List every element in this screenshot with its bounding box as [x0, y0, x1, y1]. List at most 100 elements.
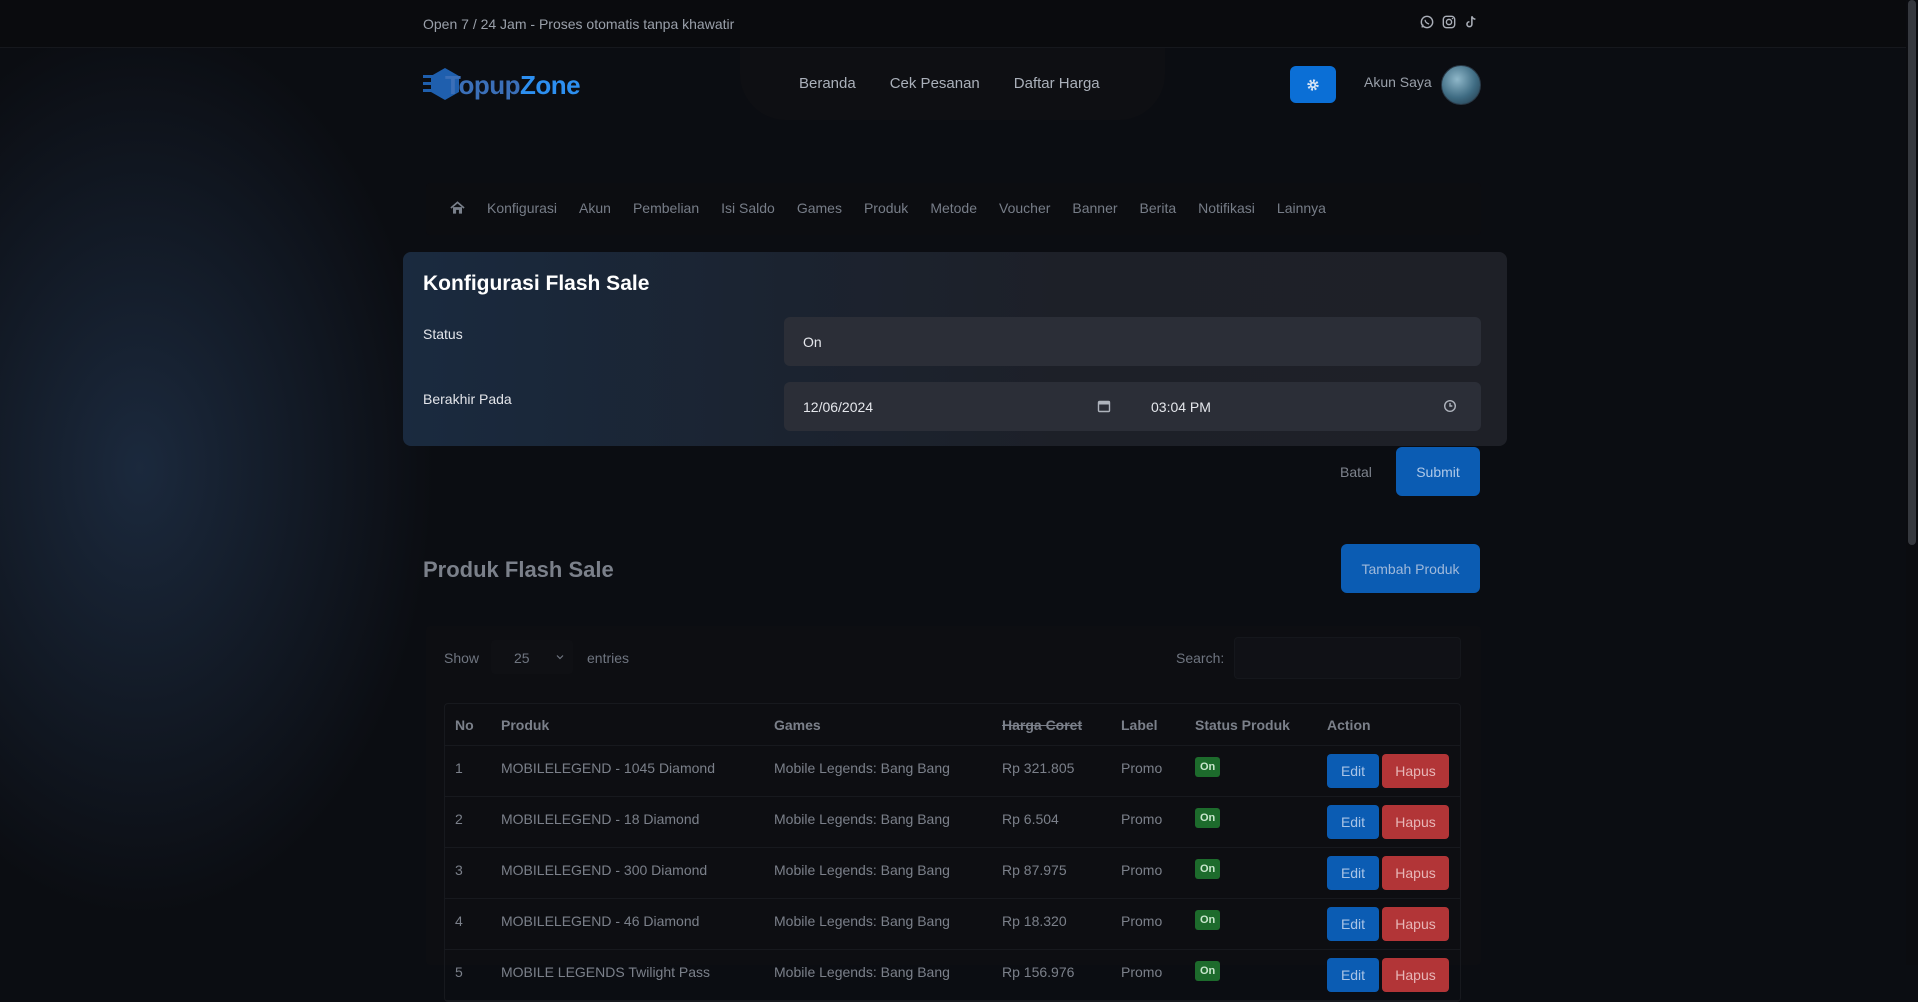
page-length-select[interactable]: 25	[491, 640, 573, 674]
row-number: 4	[455, 913, 463, 929]
column-header[interactable]: Produk	[501, 717, 549, 733]
table-row: 4 MOBILELEGEND - 46 Diamond Mobile Legen…	[445, 899, 1460, 950]
instagram-icon[interactable]	[1442, 15, 1456, 29]
subnav-notifikasi[interactable]: Notifikasi	[1198, 200, 1255, 216]
end-date-input[interactable]: 12/06/2024	[803, 399, 873, 415]
row-product: MOBILELEGEND - 46 Diamond	[501, 913, 700, 929]
row-game: Mobile Legends: Bang Bang	[774, 760, 950, 776]
table-row: 1 MOBILELEGEND - 1045 Diamond Mobile Leg…	[445, 746, 1460, 797]
delete-button[interactable]: Hapus	[1382, 754, 1449, 788]
brand-wordmark: TopupZone	[445, 70, 581, 100]
subnav-konfigurasi[interactable]: Konfigurasi	[487, 200, 557, 216]
tiktok-icon[interactable]	[1464, 15, 1478, 29]
column-header[interactable]: No	[455, 717, 474, 733]
table-header: No Produk Games Harga Coret Label Status…	[445, 704, 1460, 746]
row-game: Mobile Legends: Bang Bang	[774, 811, 950, 827]
subnav-akun[interactable]: Akun	[579, 200, 611, 216]
row-game: Mobile Legends: Bang Bang	[774, 964, 950, 980]
subnav-berita[interactable]: Berita	[1140, 200, 1177, 216]
subnav-lainnya[interactable]: Lainnya	[1277, 200, 1326, 216]
status-badge: On	[1195, 910, 1221, 930]
row-product: MOBILELEGEND - 18 Diamond	[501, 811, 700, 827]
submit-button[interactable]: Submit	[1396, 447, 1480, 496]
row-product: MOBILE LEGENDS Twilight Pass	[501, 964, 711, 980]
row-number: 5	[455, 964, 463, 980]
top-bar: Open 7 / 24 Jam - Proses otomatis tanpa …	[0, 0, 1918, 48]
home-icon[interactable]	[450, 201, 465, 215]
products-table: No Produk Games Harga Coret Label Status…	[444, 703, 1461, 1002]
edit-button[interactable]: Edit	[1327, 907, 1379, 941]
calendar-icon[interactable]	[1097, 399, 1111, 413]
table-row: 5 MOBILE LEGENDS Twilight Pass Mobile Le…	[445, 950, 1460, 1001]
whatsapp-icon[interactable]	[1420, 15, 1434, 29]
column-header[interactable]: Games	[774, 717, 821, 733]
subnav-pembelian[interactable]: Pembelian	[633, 200, 699, 216]
end-datetime-field: 12/06/2024 03:04 PM	[784, 382, 1481, 431]
row-number: 2	[455, 811, 463, 827]
chevron-down-icon	[556, 655, 564, 660]
column-header[interactable]: Harga Coret	[1002, 717, 1082, 733]
brand-logo[interactable]: TopupZone	[423, 64, 581, 104]
settings-button[interactable]	[1290, 66, 1336, 103]
nav-cek-pesanan[interactable]: Cek Pesanan	[890, 75, 980, 92]
subnav-produk[interactable]: Produk	[864, 200, 908, 216]
column-header[interactable]: Status Produk	[1195, 717, 1290, 733]
row-label: Promo	[1121, 913, 1163, 929]
row-label: Promo	[1121, 811, 1163, 827]
row-price: Rp 87.975	[1002, 862, 1067, 878]
status-value: On	[803, 334, 822, 350]
gear-icon	[1307, 78, 1319, 91]
delete-button[interactable]: Hapus	[1382, 805, 1449, 839]
account-menu[interactable]: Akun Saya	[1364, 74, 1432, 90]
row-number: 1	[455, 760, 463, 776]
row-product: MOBILELEGEND - 1045 Diamond	[501, 760, 715, 776]
delete-button[interactable]: Hapus	[1382, 856, 1449, 890]
row-price: Rp 6.504	[1002, 811, 1059, 827]
status-label: Status	[423, 326, 463, 342]
tagline: Open 7 / 24 Jam - Proses otomatis tanpa …	[423, 16, 735, 32]
subnav-voucher[interactable]: Voucher	[999, 200, 1050, 216]
edit-button[interactable]: Edit	[1327, 754, 1379, 788]
column-header[interactable]: Label	[1121, 717, 1158, 733]
row-price: Rp 156.976	[1002, 964, 1075, 980]
subnav-games[interactable]: Games	[797, 200, 842, 216]
nav-daftar-harga[interactable]: Daftar Harga	[1014, 75, 1100, 92]
page-length-value: 25	[514, 650, 530, 666]
clock-icon[interactable]	[1443, 399, 1457, 413]
table-row: 3 MOBILELEGEND - 300 Diamond Mobile Lege…	[445, 848, 1460, 899]
status-select[interactable]: On	[784, 317, 1481, 366]
row-price: Rp 321.805	[1002, 760, 1075, 776]
social-links	[1420, 15, 1478, 29]
table-row: 2 MOBILELEGEND - 18 Diamond Mobile Legen…	[445, 797, 1460, 848]
edit-button[interactable]: Edit	[1327, 958, 1379, 992]
end-time-input[interactable]: 03:04 PM	[1151, 399, 1211, 415]
add-product-button[interactable]: Tambah Produk	[1341, 544, 1480, 593]
edit-button[interactable]: Edit	[1327, 856, 1379, 890]
row-label: Promo	[1121, 760, 1163, 776]
row-label: Promo	[1121, 964, 1163, 980]
delete-button[interactable]: Hapus	[1382, 907, 1449, 941]
page-title: Konfigurasi Flash Sale	[423, 272, 650, 295]
main-nav: Beranda Cek Pesanan Daftar Harga	[799, 75, 1100, 92]
row-game: Mobile Legends: Bang Bang	[774, 862, 950, 878]
status-badge: On	[1195, 757, 1221, 777]
scrollbar-thumb[interactable]	[1908, 0, 1916, 545]
subnav-metode[interactable]: Metode	[930, 200, 977, 216]
row-price: Rp 18.320	[1002, 913, 1067, 929]
row-game: Mobile Legends: Bang Bang	[774, 913, 950, 929]
cancel-button[interactable]: Batal	[1340, 464, 1372, 480]
avatar[interactable]	[1441, 65, 1481, 105]
status-badge: On	[1195, 859, 1221, 879]
column-header: Action	[1327, 717, 1371, 733]
search-label: Search:	[1176, 650, 1225, 666]
subnav-banner[interactable]: Banner	[1072, 200, 1117, 216]
nav-beranda[interactable]: Beranda	[799, 75, 856, 92]
search-input[interactable]	[1234, 637, 1461, 679]
status-badge: On	[1195, 961, 1221, 981]
section-title: Produk Flash Sale	[423, 557, 614, 582]
delete-button[interactable]: Hapus	[1382, 958, 1449, 992]
row-label: Promo	[1121, 862, 1163, 878]
edit-button[interactable]: Edit	[1327, 805, 1379, 839]
status-badge: On	[1195, 808, 1221, 828]
subnav-isi-saldo[interactable]: Isi Saldo	[721, 200, 775, 216]
